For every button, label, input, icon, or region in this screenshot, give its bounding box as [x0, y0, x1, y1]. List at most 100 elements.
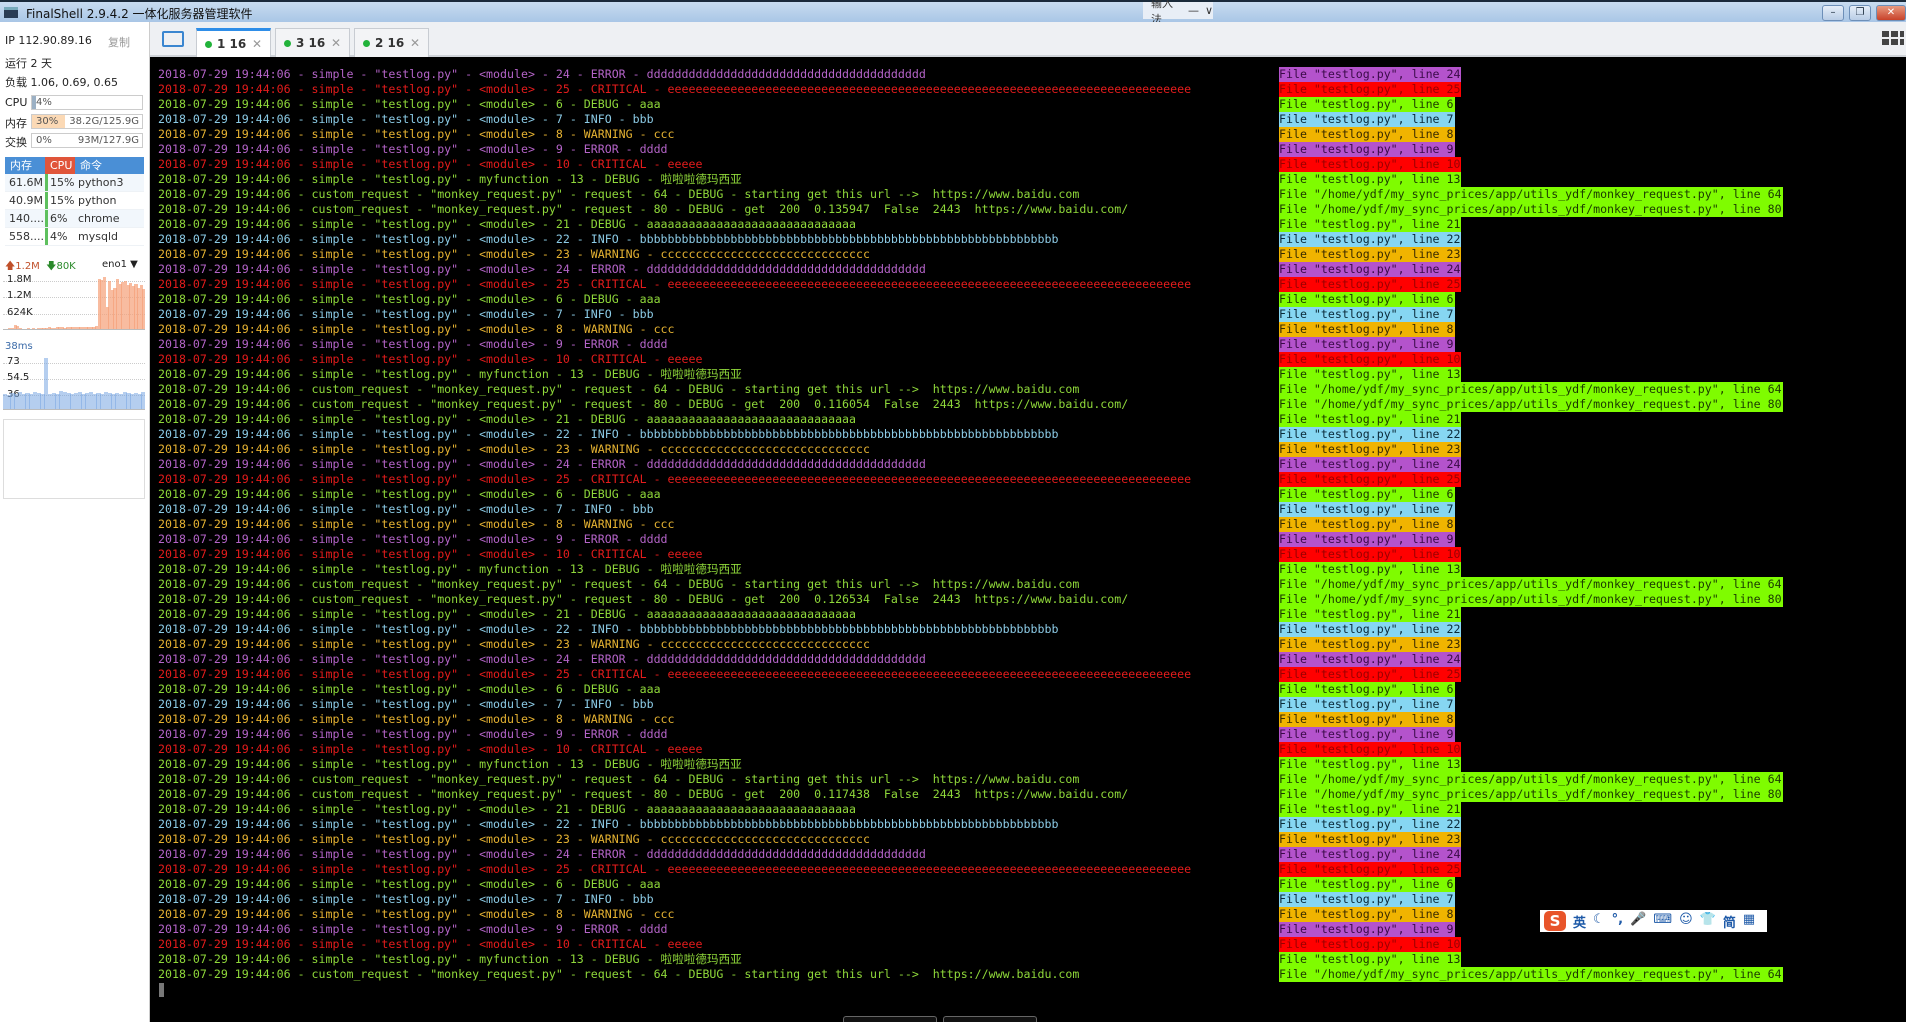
copy-ip-button[interactable]: 复制	[108, 34, 130, 50]
minimize-button[interactable]: –	[1822, 5, 1844, 21]
log-line: 2018-07-29 19:44:06 - simple - "testlog.…	[158, 307, 654, 321]
upload-arrow-icon: 🡅	[5, 261, 16, 272]
download-speed: 80K	[56, 261, 76, 272]
mem-meter: 30% 38.2G/125.9G	[31, 114, 143, 129]
log-line: 2018-07-29 19:44:06 - simple - "testlog.…	[158, 112, 654, 126]
process-cmd: python3	[78, 176, 124, 189]
log-source-badge: File "/home/ydf/my_sync_prices/app/utils…	[1279, 382, 1783, 397]
close-tab-icon[interactable]: ✕	[252, 37, 262, 51]
log-line: 2018-07-29 19:44:06 - simple - "testlog.…	[158, 907, 675, 921]
log-line: 2018-07-29 19:44:06 - simple - "testlog.…	[158, 832, 870, 846]
log-line: 2018-07-29 19:44:06 - simple - "testlog.…	[158, 547, 703, 561]
interface-name: eno1	[102, 259, 127, 270]
process-row[interactable]: 140.... 6% chrome	[5, 210, 144, 228]
ime-button-icon[interactable]: 简	[1723, 912, 1736, 931]
log-source-badge: File "testlog.py", line 9	[1279, 142, 1455, 157]
header-command[interactable]: 命令	[75, 157, 102, 174]
log-line: 2018-07-29 19:44:06 - simple - "testlog.…	[158, 562, 742, 576]
ping-axis-label: 73	[7, 356, 20, 367]
floatbar-expand[interactable]: ∨	[1205, 4, 1213, 17]
ime-button-icon[interactable]: 英	[1573, 912, 1586, 931]
ime-button-icon[interactable]: 🎤	[1630, 912, 1646, 931]
ime-toolbar[interactable]: S 英 ☾ °, 🎤 ⌨ ☺ 👕 简 ▦	[1540, 910, 1767, 932]
ime-button-icon[interactable]: ☾	[1593, 912, 1605, 931]
net-axis-label: 1.2M	[7, 290, 32, 301]
log-line: 2018-07-29 19:44:06 - simple - "testlog.…	[158, 502, 654, 516]
close-tab-icon[interactable]: ✕	[331, 36, 341, 50]
log-source-badge: File "testlog.py", line 7	[1279, 307, 1455, 322]
process-row[interactable]: 558.... 4% mysqld	[5, 228, 144, 246]
log-source-badge: File "/home/ydf/my_sync_prices/app/utils…	[1279, 772, 1783, 787]
mem-label: 内存	[5, 117, 27, 130]
log-source-badge: File "testlog.py", line 8	[1279, 322, 1455, 337]
log-line: 2018-07-29 19:44:06 - custom_request - "…	[158, 202, 1129, 216]
header-cpu[interactable]: CPU	[45, 157, 75, 174]
tab-label: 2 16	[375, 36, 405, 50]
log-source-badge: File "testlog.py", line 10	[1279, 937, 1462, 952]
process-cmd: python	[78, 194, 117, 207]
log-source-badge: File "testlog.py", line 13	[1279, 172, 1462, 187]
log-line: 2018-07-29 19:44:06 - simple - "testlog.…	[158, 742, 703, 756]
log-source-badge: File "testlog.py", line 8	[1279, 127, 1455, 142]
ime-button-icon[interactable]: ▦	[1743, 912, 1755, 931]
ping-axis-label: 54.5	[7, 372, 30, 383]
log-line: 2018-07-29 19:44:06 - simple - "testlog.…	[158, 637, 870, 651]
interface-select[interactable]: eno1 ▼	[102, 259, 138, 270]
log-source-badge: File "testlog.py", line 21	[1279, 607, 1462, 622]
swap-label: 交换	[5, 136, 27, 149]
status-dot-icon	[363, 39, 370, 47]
log-source-badge: File "/home/ydf/my_sync_prices/app/utils…	[1279, 202, 1783, 217]
floating-ime-bar[interactable]: 输入法 — ∨	[1143, 0, 1213, 26]
log-line: 2018-07-29 19:44:06 - simple - "testlog.…	[158, 877, 661, 891]
tab-session-2[interactable]: 2 16 ✕	[354, 28, 429, 57]
log-line: 2018-07-29 19:44:06 - custom_request - "…	[158, 772, 1080, 786]
process-mem: 40.9M	[9, 194, 43, 207]
log-source-badge: File "testlog.py", line 6	[1279, 877, 1455, 892]
terminal-input-box[interactable]	[943, 1016, 1037, 1022]
chart-bar	[142, 288, 146, 329]
log-source-badge: File "testlog.py", line 8	[1279, 907, 1455, 922]
folder-open-icon[interactable]	[162, 31, 184, 47]
restore-button[interactable]: ❐	[1849, 5, 1871, 21]
swap-meter: 0% 93M/127.9G	[31, 133, 143, 148]
log-source-badge: File "testlog.py", line 13	[1279, 952, 1462, 967]
process-row[interactable]: 61.6M 15% python3	[5, 174, 144, 192]
log-source-badge: File "testlog.py", line 24	[1279, 847, 1462, 862]
log-source-badge: File "testlog.py", line 13	[1279, 757, 1462, 772]
process-cpu: 15%	[45, 174, 74, 191]
log-line: 2018-07-29 19:44:06 - simple - "testlog.…	[158, 802, 857, 816]
ime-button-icon[interactable]: 👕	[1700, 912, 1716, 931]
terminal-input-box[interactable]	[843, 1016, 937, 1022]
log-source-badge: File "testlog.py", line 24	[1279, 457, 1462, 472]
empty-panel	[3, 419, 145, 499]
ime-button-icon[interactable]: °,	[1612, 912, 1623, 931]
log-line: 2018-07-29 19:44:06 - simple - "testlog.…	[158, 262, 926, 276]
cpu-meter: 4%	[31, 95, 143, 110]
log-source-badge: File "testlog.py", line 25	[1279, 472, 1462, 487]
log-line: 2018-07-29 19:44:06 - custom_request - "…	[158, 577, 1080, 591]
log-line: 2018-07-29 19:44:06 - simple - "testlog.…	[158, 757, 742, 771]
log-source-badge: File "/home/ydf/my_sync_prices/app/utils…	[1279, 592, 1783, 607]
tab-session-3[interactable]: 3 16 ✕	[275, 28, 350, 57]
cpu-label: CPU	[5, 96, 28, 109]
close-button[interactable]: ✕	[1876, 5, 1906, 21]
process-row[interactable]: 40.9M 15% python	[5, 192, 144, 210]
sogou-logo-icon[interactable]: S	[1544, 911, 1566, 931]
ime-button-icon[interactable]: ⌨	[1653, 912, 1672, 931]
log-source-badge: File "testlog.py", line 24	[1279, 67, 1462, 82]
close-tab-icon[interactable]: ✕	[410, 36, 420, 50]
tab-session-1[interactable]: 1 16 ✕	[196, 28, 271, 57]
log-line: 2018-07-29 19:44:06 - simple - "testlog.…	[158, 247, 870, 261]
uptime: 运行 2 天	[5, 57, 52, 70]
log-line: 2018-07-29 19:44:06 - custom_request - "…	[158, 967, 1080, 981]
ime-button-icon[interactable]: ☺	[1679, 912, 1693, 931]
layout-grid-icon[interactable]	[1882, 31, 1904, 45]
log-source-badge: File "/home/ydf/my_sync_prices/app/utils…	[1279, 787, 1783, 802]
floatbar-minimize[interactable]: —	[1188, 4, 1199, 17]
terminal-output[interactable]: 2018-07-29 19:44:06 - simple - "testlog.…	[151, 57, 1906, 1022]
tab-label: 3 16	[296, 36, 326, 50]
header-mem[interactable]: 内存	[5, 157, 45, 174]
chevron-down-icon: ▼	[130, 259, 138, 270]
log-source-badge: File "/home/ydf/my_sync_prices/app/utils…	[1279, 397, 1783, 412]
log-line: 2018-07-29 19:44:06 - simple - "testlog.…	[158, 652, 926, 666]
